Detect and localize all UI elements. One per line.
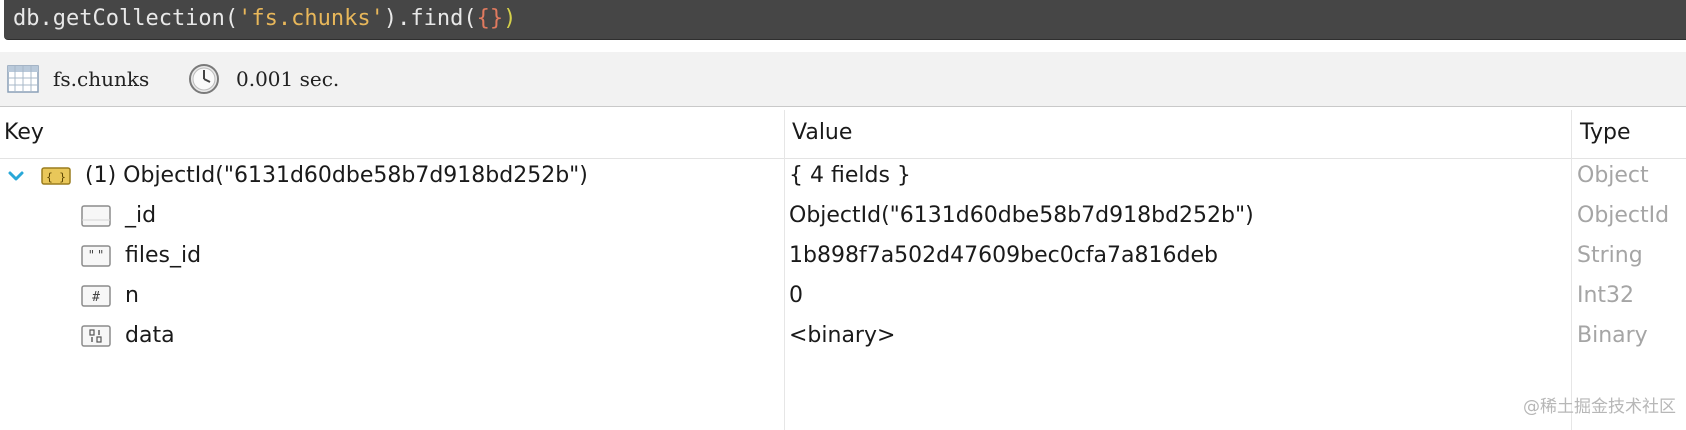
field-key: data (125, 323, 175, 348)
watermark: @稀土掘金技术社区 (1523, 397, 1676, 417)
field-type: Int32 (1577, 283, 1635, 308)
field-value: <binary> (789, 323, 896, 348)
field-value: ObjectId("6131d60dbe58b7d918bd252b") (789, 203, 1254, 228)
table-row[interactable]: _id ObjectId("6131d60dbe58b7d918bd252b")… (0, 196, 1686, 236)
number-icon: # (81, 285, 111, 307)
document-key: (1) ObjectId("6131d60dbe58b7d918bd252b") (85, 163, 588, 188)
svg-text:{ }: { } (46, 171, 66, 184)
query-editor[interactable]: db.getCollection('fs.chunks').find({}) (4, 0, 1686, 40)
table-row[interactable]: # n 0 Int32 (0, 276, 1686, 316)
field-type: ObjectId (1577, 203, 1670, 228)
field-value: 1b898f7a502d47609bec0cfa7a816deb (789, 243, 1218, 268)
document-value: { 4 fields } (789, 163, 911, 188)
table-row[interactable]: data <binary> Binary (0, 316, 1686, 356)
field-key: files_id (125, 243, 202, 268)
collection-name: fs.chunks (53, 67, 150, 91)
table-row[interactable]: " " files_id 1b898f7a502d47609bec0cfa7a8… (0, 236, 1686, 276)
document-row[interactable]: { } (1) ObjectId("6131d60dbe58b7d918bd25… (0, 156, 1686, 196)
svg-text:" ": " " (89, 248, 104, 262)
execution-time: 0.001 sec. (236, 67, 340, 91)
chevron-down-icon[interactable] (7, 167, 25, 185)
query-close-paren: ) (503, 6, 517, 31)
header-key[interactable]: Key (4, 108, 44, 158)
query-method: ).find( (383, 6, 477, 31)
table-icon (7, 65, 39, 93)
query-object-literal: {} (476, 6, 504, 31)
query-prefix: db.getCollection( (13, 6, 239, 31)
clock-icon (189, 64, 219, 94)
field-key: _id (125, 203, 157, 228)
field-type: Binary (1577, 323, 1648, 348)
header-value[interactable]: Value (792, 108, 852, 158)
header-type[interactable]: Type (1580, 108, 1631, 158)
binary-icon (81, 325, 111, 347)
document-icon: { } (41, 167, 71, 185)
string-icon: " " (81, 245, 111, 267)
field-value: 0 (789, 283, 803, 308)
svg-text:#: # (92, 290, 100, 305)
query-collection-arg: 'fs.chunks' (238, 6, 384, 31)
field-key: n (125, 283, 139, 308)
result-info-bar: fs.chunks 0.001 sec. (0, 52, 1686, 107)
objectid-icon (81, 205, 111, 227)
document-type: Object (1577, 163, 1649, 188)
field-type: String (1577, 243, 1643, 268)
results-header: Key Value Type (0, 108, 1686, 159)
